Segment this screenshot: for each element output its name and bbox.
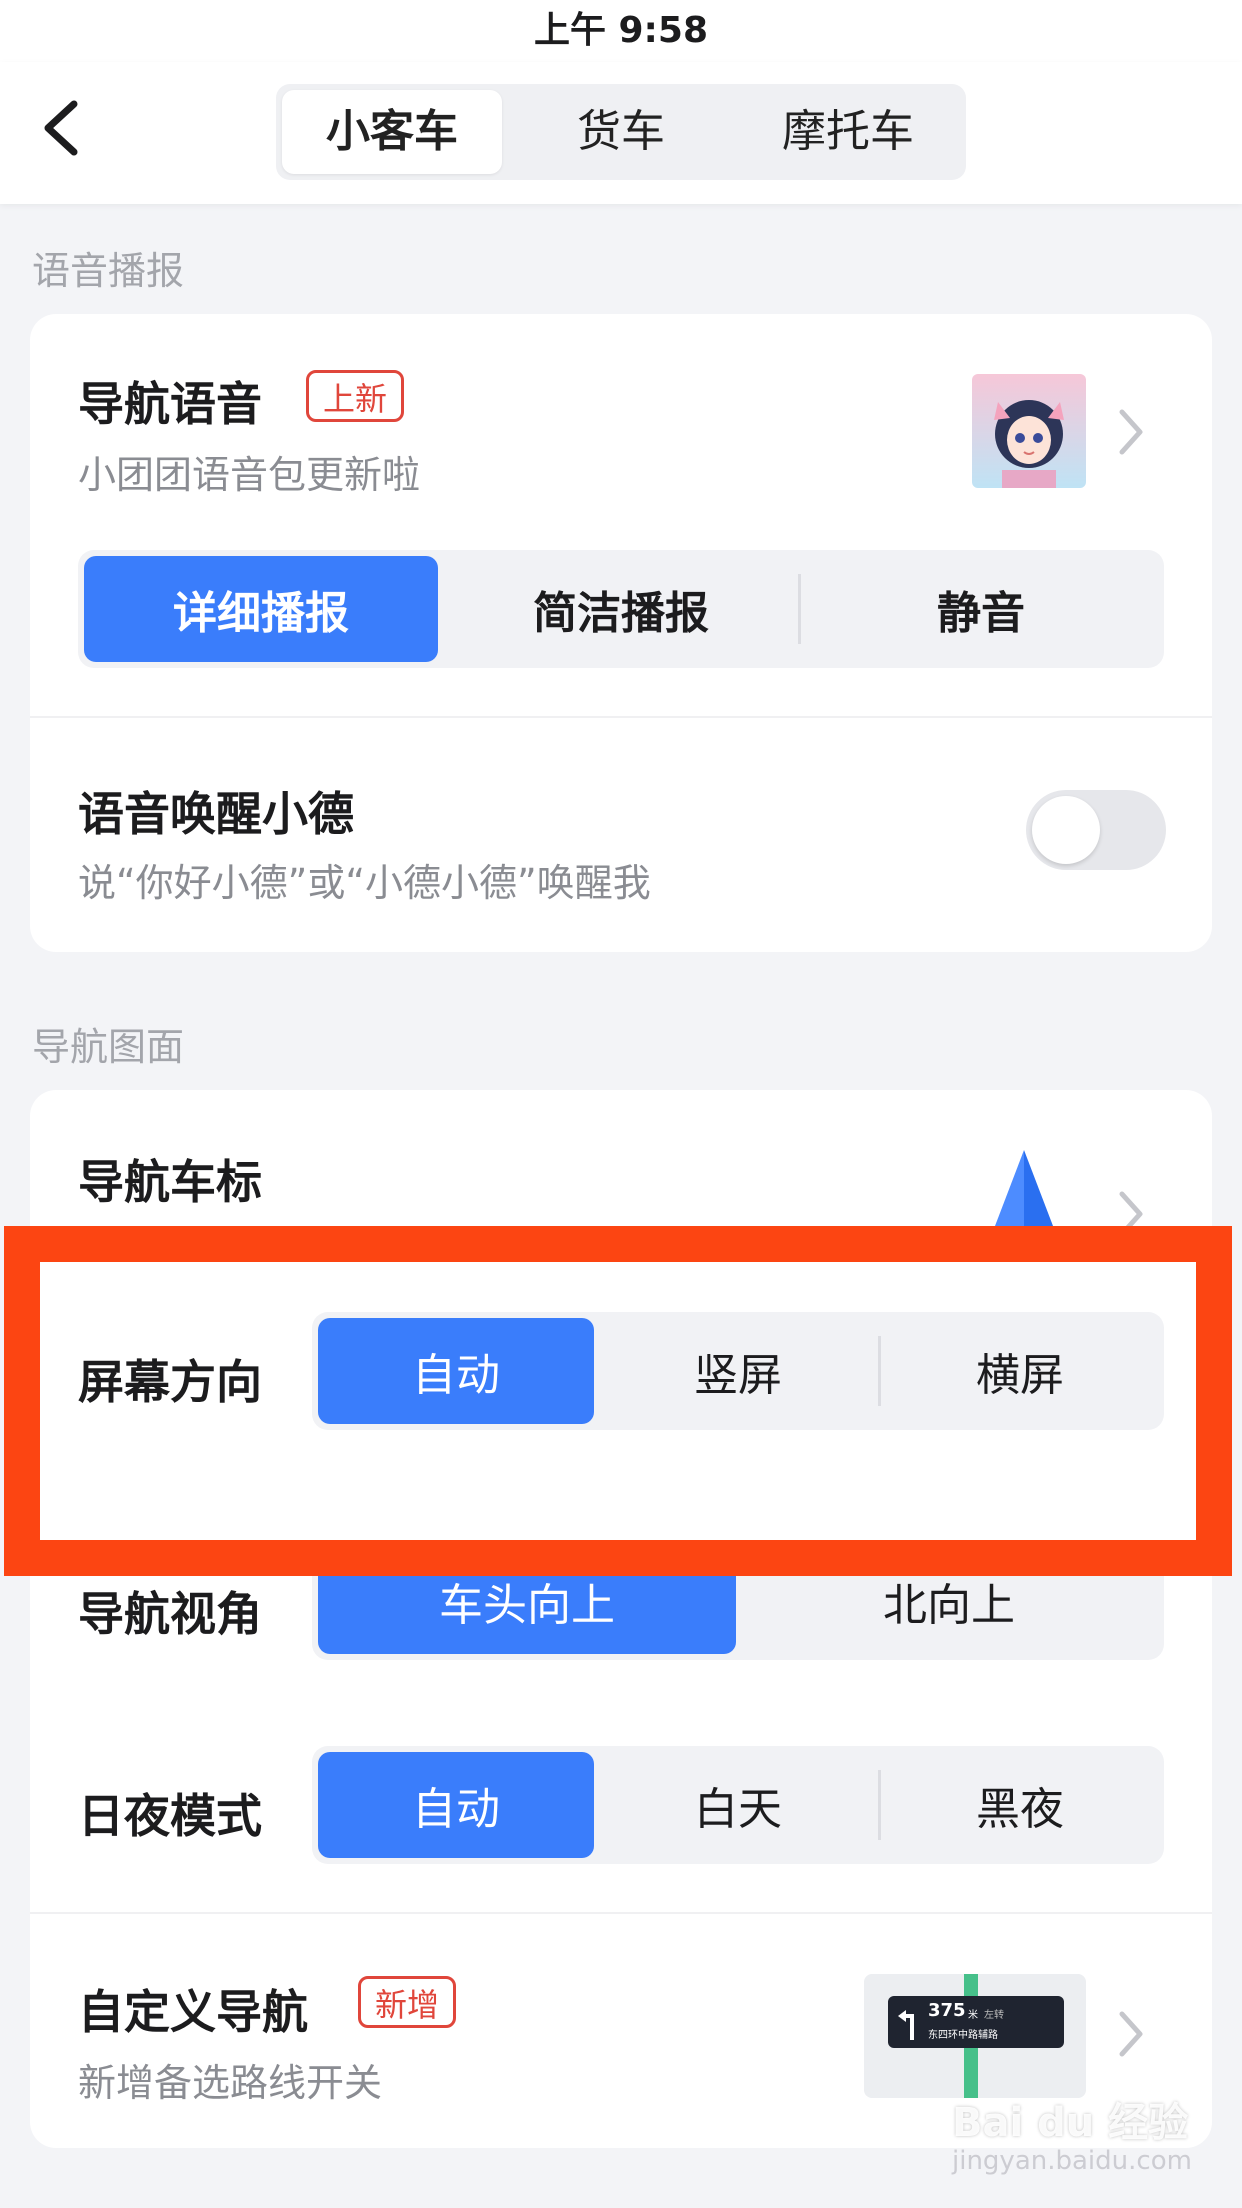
nav-voice-subtitle: 小团团语音包更新啦 [78,453,421,497]
chevron-right-icon [1119,409,1143,455]
voice-wake-subtitle: 说“你好小德”或“小德小德”唤醒我 [78,861,651,905]
preview-unit: 米 [968,2010,978,2021]
day-night-auto-option[interactable]: 自动 [318,1752,594,1858]
broadcast-concise-option[interactable]: 简洁播报 [446,556,796,662]
view-angle-label: 导航视角 [78,1587,262,1641]
preview-turn: 左转 [984,2010,1004,2021]
segment-divider [798,574,801,644]
back-button[interactable] [34,96,94,160]
tab-car[interactable]: 小客车 [282,90,502,174]
view-angle-row: 导航视角 车头向上 北向上 [30,1542,1212,1672]
section-title-voice: 语音播报 [32,249,185,293]
turn-left-icon [898,2010,914,2040]
chevron-right-icon [1119,2011,1143,2057]
voice-card: 导航语音 上新 小团团语音包更新啦 详细播报 简洁播报 静音 语音唤醒小德 说“… [30,314,1212,952]
map-card: 导航车标 屏幕方向 自动 竖屏 横屏 导航视角 车头向上 北向上 日夜模式 自动… [30,1090,1212,2148]
orientation-auto-option[interactable]: 自动 [318,1318,594,1424]
new-badge: 新增 [358,1976,457,2028]
night-option[interactable]: 黑夜 [882,1752,1158,1858]
watermark-logo: Bai du 经验 [952,2100,1189,2146]
header: 小客车 货车 摩托车 [0,62,1242,204]
chevron-right-icon [1119,1191,1143,1237]
status-bar: 上午 9:58 [0,0,1242,62]
preview-distance: 375 [928,2000,966,2021]
tab-truck[interactable]: 货车 [511,90,731,174]
custom-nav-preview: 375 米 左转 东四环中路辅路 [864,1974,1086,2098]
voice-wake-row: 语音唤醒小德 说“你好小德”或“小德小德”唤醒我 [30,718,1212,952]
car-icon-row[interactable]: 导航车标 [30,1090,1212,1260]
vehicle-type-tabs: 小客车 货车 摩托车 [276,84,966,180]
car-arrow-icon [982,1150,1066,1260]
view-north-up-option[interactable]: 北向上 [740,1548,1158,1654]
view-heading-up-option[interactable]: 车头向上 [318,1548,736,1654]
orientation-landscape-option[interactable]: 横屏 [882,1318,1158,1424]
car-icon-title: 导航车标 [78,1155,262,1209]
broadcast-mode-segment: 详细播报 简洁播报 静音 [78,550,1164,668]
voice-wake-title: 语音唤醒小德 [78,787,354,841]
day-night-segment: 自动 白天 黑夜 [312,1746,1164,1864]
nav-voice-row[interactable]: 导航语音 上新 小团团语音包更新啦 [30,314,1212,524]
tab-motorcycle[interactable]: 摩托车 [736,90,960,174]
day-night-label: 日夜模式 [78,1789,262,1843]
screen-orientation-row: 屏幕方向 自动 竖屏 横屏 [30,1312,1212,1442]
new-badge: 上新 [306,370,405,422]
nav-voice-title: 导航语音 [78,377,262,431]
voice-wake-toggle[interactable] [1026,790,1166,870]
section-title-map: 导航图面 [32,1025,185,1069]
toggle-knob [1032,796,1100,864]
voice-avatar [972,374,1086,488]
watermark-url: jingyan.baidu.com [952,2146,1192,2176]
preview-road: 东四环中路辅路 [928,2030,998,2041]
day-option[interactable]: 白天 [600,1752,876,1858]
segment-divider [878,1770,881,1840]
custom-nav-subtitle: 新增备选路线开关 [78,2061,383,2105]
screen-orientation-segment: 自动 竖屏 横屏 [312,1312,1164,1430]
view-angle-segment: 车头向上 北向上 [312,1542,1164,1660]
orientation-portrait-option[interactable]: 竖屏 [600,1318,876,1424]
segment-divider [878,1336,881,1406]
broadcast-detailed-option[interactable]: 详细播报 [84,556,438,662]
status-time: 上午 9:58 [533,10,709,51]
day-night-row: 日夜模式 自动 白天 黑夜 [30,1746,1212,1876]
screen-orientation-label: 屏幕方向 [78,1355,262,1409]
chevron-left-icon [44,100,78,156]
broadcast-mute-option[interactable]: 静音 [804,556,1158,662]
custom-nav-title: 自定义导航 [78,1985,308,2039]
